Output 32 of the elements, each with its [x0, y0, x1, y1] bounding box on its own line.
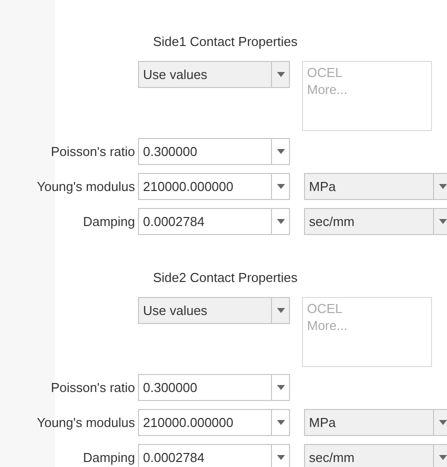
value-field[interactable]: 0.0002784 — [138, 444, 290, 467]
dropdown-arrow-icon — [276, 184, 284, 189]
field-label: Poisson's ratio — [50, 142, 135, 161]
dropdown-arrow-icon — [276, 308, 284, 313]
dropdown-arrow-icon — [276, 420, 284, 425]
value-field[interactable]: 210000.000000 — [138, 409, 290, 436]
mode-dropdown[interactable]: Use values — [138, 297, 290, 324]
unit-dropdown[interactable]: MPa — [304, 409, 447, 436]
dropdown-arrow-icon — [276, 455, 284, 460]
value-field[interactable]: 0.300000 — [138, 138, 290, 165]
dropdown-arrow-icon — [438, 420, 446, 425]
dropdown-arrow-icon — [438, 184, 446, 189]
dropdown-arrow-icon — [276, 385, 284, 390]
value-field[interactable]: 210000.000000 — [138, 173, 290, 200]
unit-dropdown[interactable]: MPa — [304, 173, 447, 200]
dropdown-arrow-icon — [438, 455, 446, 460]
field-label: Damping — [82, 448, 135, 467]
field-label: Damping — [82, 212, 135, 231]
dropdown-arrow-icon — [276, 219, 284, 224]
value-field[interactable]: 0.300000 — [138, 374, 290, 401]
mode-dropdown[interactable]: Use values — [138, 61, 290, 88]
dropdown-arrow-icon — [438, 219, 446, 224]
field-label: Young's modulus — [36, 414, 135, 432]
field-label: Young's modulus — [36, 178, 135, 196]
section-title: Side2 Contact Properties — [153, 269, 299, 287]
dropdown-arrow-icon — [276, 72, 284, 77]
field-label: Poisson's ratio — [50, 378, 135, 397]
section-title: Side1 Contact Properties — [153, 33, 299, 51]
unit-dropdown[interactable]: sec/mm — [304, 208, 447, 235]
dropdown-arrow-icon — [276, 149, 284, 154]
unit-dropdown[interactable]: sec/mm — [304, 444, 447, 467]
value-field[interactable]: 0.0002784 — [138, 208, 290, 235]
